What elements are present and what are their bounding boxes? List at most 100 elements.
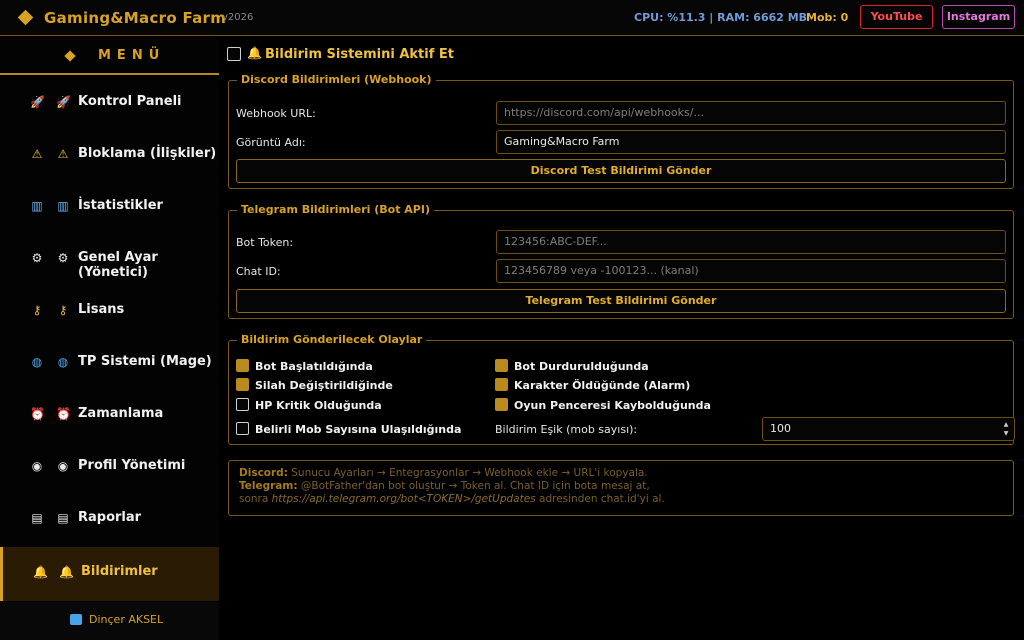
webhook-url-label: Webhook URL: bbox=[236, 107, 316, 120]
sidebar-item-label: Genel Ayar (Yönetici) bbox=[78, 250, 158, 280]
sidebar-item-istatistikler[interactable]: ▥ ▥ İstatistikler bbox=[0, 181, 219, 233]
sidebar-item-raporlar[interactable]: ▤ ▤ Raporlar bbox=[0, 493, 219, 545]
info-box: Discord: Sunucu Ayarları → Entegrasyonla… bbox=[228, 460, 1014, 516]
menu-diamond-icon bbox=[64, 50, 76, 62]
sidebar-item-label: Zamanlama bbox=[78, 406, 164, 421]
key-icon: ⚷ bbox=[58, 303, 68, 317]
bell-icon: 🔔 bbox=[59, 565, 74, 579]
event-label-weapon-changed: Silah Değiştirildiğinde bbox=[255, 379, 393, 392]
gear-icon: ⚙ bbox=[31, 251, 43, 265]
sidebar-item-label: Profil Yönetimi bbox=[78, 458, 186, 473]
telegram-group-title: Telegram Bildirimleri (Bot API) bbox=[237, 203, 434, 216]
event-label-character-died: Karakter Öldüğünde (Alarm) bbox=[514, 379, 691, 392]
sidebar-item-label: Bildirimler bbox=[81, 564, 158, 579]
bar-chart-icon: ▥ bbox=[31, 199, 43, 213]
threshold-value: 100 bbox=[770, 422, 791, 435]
telegram-test-button[interactable]: Telegram Test Bildirimi Gönder bbox=[236, 289, 1006, 313]
user-row: Dinçer AKSEL bbox=[0, 602, 219, 640]
event-checkbox-weapon-changed[interactable] bbox=[236, 378, 249, 391]
sidebar-item-label: Bloklama (İlişkiler) bbox=[78, 146, 217, 161]
events-group-title: Bildirim Gönderilecek Olaylar bbox=[237, 333, 427, 346]
title-bar: Gaming&Macro Farm v2026 CPU: %11.3 | RAM… bbox=[0, 0, 1024, 36]
info-line3-suffix: adresinden chat.id'yi al. bbox=[539, 493, 665, 505]
cpu-ram-status: CPU: %11.3 | RAM: 6662 MB bbox=[634, 11, 808, 24]
user-card-icon bbox=[70, 614, 82, 625]
enable-notifications-row[interactable]: 🔔 Bildirim Sistemini Aktif Et bbox=[227, 46, 487, 64]
globe-icon: ◍ bbox=[31, 355, 43, 369]
events-group: Bildirim Gönderilecek Olaylar Bot Başlat… bbox=[228, 333, 1015, 445]
sidebar-item-label: TP Sistemi (Mage) bbox=[78, 354, 212, 369]
alarm-clock-icon: ⏰ bbox=[30, 407, 45, 421]
discord-test-button[interactable]: Discord Test Bildirimi Gönder bbox=[236, 159, 1006, 183]
sidebar-item-genel-ayar[interactable]: ⚙ ⚙ Genel Ayar (Yönetici) bbox=[0, 233, 219, 285]
profile-icon: ◉ bbox=[57, 459, 69, 473]
bot-token-label: Bot Token: bbox=[236, 236, 294, 249]
sidebar-item-label: İstatistikler bbox=[78, 198, 163, 213]
sidebar-item-label: Lisans bbox=[78, 302, 125, 317]
chat-id-input[interactable]: 123456789 veya -100123... (kanal) bbox=[496, 259, 1006, 283]
gear-icon: ⚙ bbox=[57, 251, 69, 265]
bot-token-input[interactable]: 123456:ABC-DEF... bbox=[496, 230, 1006, 254]
sidebar-item-lisans[interactable]: ⚷ ⚷ Lisans bbox=[0, 285, 219, 337]
alarm-clock-icon: ⏰ bbox=[56, 407, 71, 421]
rocket-icon: 🚀 bbox=[30, 95, 45, 109]
event-checkbox-mob-threshold[interactable] bbox=[236, 422, 249, 435]
sidebar-item-zamanlama[interactable]: ⏰ ⏰ Zamanlama bbox=[0, 389, 219, 441]
globe-icon: ◍ bbox=[57, 355, 69, 369]
event-checkbox-window-lost[interactable] bbox=[495, 398, 508, 411]
sidebar-item-bloklama[interactable]: ⚠ ⚠ Bloklama (İlişkiler) bbox=[0, 129, 219, 181]
info-line3-prefix: sonra bbox=[239, 493, 269, 505]
profile-icon: ◉ bbox=[31, 459, 43, 473]
menu-title: MENÜ bbox=[98, 48, 166, 63]
info-telegram-url: https://api.telegram.org/bot<TOKEN>/getU… bbox=[271, 493, 536, 505]
warning-icon: ⚠ bbox=[31, 147, 43, 161]
sidebar-item-profil-yonetimi[interactable]: ◉ ◉ Profil Yönetimi bbox=[0, 441, 219, 493]
info-line-telegram: Telegram: @BotFather'dan bot oluştur → T… bbox=[239, 480, 1003, 493]
info-telegram-text: @BotFather'dan bot oluştur → Token al. C… bbox=[300, 480, 650, 492]
logo-diamond-icon bbox=[17, 9, 34, 26]
event-checkbox-bot-started[interactable] bbox=[236, 359, 249, 372]
telegram-group: Telegram Bildirimleri (Bot API) Bot Toke… bbox=[228, 203, 1014, 319]
clipboard-icon: ▤ bbox=[57, 511, 69, 525]
spin-arrows-icon[interactable]: ▲ ▼ bbox=[1002, 420, 1010, 438]
discord-group: Discord Bildirimleri (Webhook) Webhook U… bbox=[228, 73, 1014, 189]
event-label-bot-started: Bot Başlatıldığında bbox=[255, 360, 373, 373]
menu-header: MENÜ bbox=[0, 37, 219, 75]
clipboard-icon: ▤ bbox=[31, 511, 43, 525]
event-label-mob-threshold: Belirli Mob Sayısına Ulaşıldığında bbox=[255, 423, 462, 436]
rocket-icon: 🚀 bbox=[56, 95, 71, 109]
sidebar-item-tp-sistemi[interactable]: ◍ ◍ TP Sistemi (Mage) bbox=[0, 337, 219, 389]
event-label-window-lost: Oyun Penceresi Kaybolduğunda bbox=[514, 399, 711, 412]
sidebar-item-kontrol-paneli[interactable]: 🚀 🚀 Kontrol Paneli bbox=[0, 77, 219, 129]
event-checkbox-hp-critical[interactable] bbox=[236, 398, 249, 411]
mob-count: Mob: 0 bbox=[806, 11, 849, 24]
display-name-input[interactable]: Gaming&Macro Farm bbox=[496, 130, 1006, 154]
app-title: Gaming&Macro Farm bbox=[44, 9, 227, 27]
user-name: Dinçer AKSEL bbox=[89, 613, 164, 626]
chat-id-label: Chat ID: bbox=[236, 265, 281, 278]
sidebar-item-label: Raporlar bbox=[78, 510, 142, 525]
event-label-bot-stopped: Bot Durdurulduğunda bbox=[514, 360, 649, 373]
discord-group-title: Discord Bildirimleri (Webhook) bbox=[237, 73, 436, 86]
display-name-label: Görüntü Adı: bbox=[236, 136, 306, 149]
app-version: v2026 bbox=[222, 12, 254, 23]
main-panel: 🔔 Bildirim Sistemini Aktif Et Discord Bi… bbox=[219, 37, 1024, 640]
info-line-getupdates: sonra https://api.telegram.org/bot<TOKEN… bbox=[239, 493, 1003, 506]
enable-notifications-label: Bildirim Sistemini Aktif Et bbox=[265, 47, 455, 62]
info-telegram-key: Telegram: bbox=[239, 480, 298, 492]
bell-icon: 🔔 bbox=[33, 565, 48, 579]
instagram-button[interactable]: Instagram bbox=[942, 5, 1015, 29]
bell-icon: 🔔 bbox=[247, 46, 262, 60]
event-checkbox-character-died[interactable] bbox=[495, 378, 508, 391]
sidebar-item-bildirimler[interactable]: 🔔 🔔 Bildirimler bbox=[0, 547, 219, 601]
threshold-spinbox[interactable]: 100 ▲ ▼ bbox=[762, 417, 1015, 441]
sidebar-item-label: Kontrol Paneli bbox=[78, 94, 182, 109]
youtube-button[interactable]: YouTube bbox=[860, 5, 933, 29]
info-line-discord: Discord: Sunucu Ayarları → Entegrasyonla… bbox=[239, 467, 1003, 480]
info-discord-key: Discord: bbox=[239, 467, 288, 479]
event-checkbox-bot-stopped[interactable] bbox=[495, 359, 508, 372]
webhook-url-input[interactable]: https://discord.com/api/webhooks/... bbox=[496, 101, 1006, 125]
enable-notifications-checkbox[interactable] bbox=[227, 47, 241, 61]
warning-icon: ⚠ bbox=[57, 147, 69, 161]
key-icon: ⚷ bbox=[32, 303, 42, 317]
